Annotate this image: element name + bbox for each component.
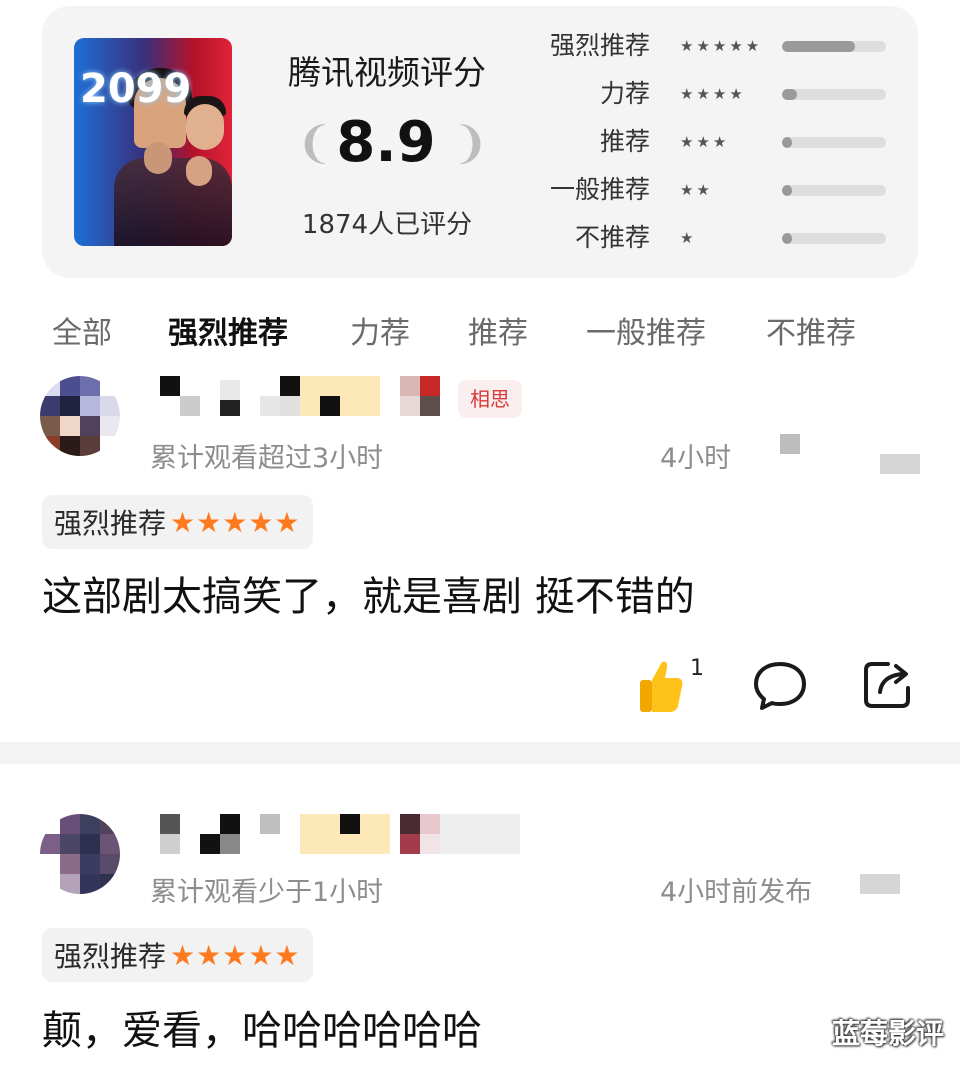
poster-crowd-face — [144, 142, 172, 174]
rating-bar — [782, 185, 886, 196]
tab-highly-recommend[interactable]: 力荐 — [350, 308, 410, 360]
rating-bar-fill — [782, 89, 797, 100]
user-tag: 相思 — [458, 380, 522, 418]
rating-level-label: 强烈推荐 — [549, 31, 650, 60]
avatar[interactable] — [40, 376, 120, 456]
rating-level-label: 推荐 — [599, 127, 650, 156]
laurel-right-icon: ❩ — [452, 118, 489, 169]
rating-distribution-row: 力荐 ★★★★ — [540, 74, 900, 114]
rating-bar-fill — [782, 137, 793, 148]
rating-bar-fill — [782, 41, 855, 52]
recommend-label: 强烈推荐 — [54, 507, 167, 540]
rating-stars-icon: ★ — [680, 229, 697, 247]
tab-fair[interactable]: 一般推荐 — [586, 308, 706, 360]
recommend-badge: 强烈推荐 ★★★★★ — [42, 495, 313, 549]
rating-distribution-row: 推荐 ★★★ — [540, 122, 900, 162]
rating-level-label: 力荐 — [599, 79, 650, 108]
more-icon[interactable] — [860, 874, 900, 894]
section-divider — [0, 742, 960, 764]
watch-time: 累计观看超过3小时 — [150, 443, 384, 474]
poster-title: 2099 — [80, 68, 191, 110]
recommend-stars-icon: ★★★★★ — [170, 938, 301, 972]
thumbs-up-icon[interactable] — [636, 658, 684, 714]
post-time: 4小时 — [660, 443, 732, 474]
rating-bar — [782, 137, 886, 148]
redacted-block — [780, 434, 800, 454]
rating-stars-icon: ★★★★★ — [680, 37, 763, 55]
rating-distribution-row: 一般推荐 ★★ — [540, 170, 900, 210]
rating-stars-icon: ★★★★ — [680, 85, 746, 103]
rating-level-label: 一般推荐 — [549, 175, 650, 204]
rating-bar-fill — [782, 185, 793, 196]
like-count: 1 — [690, 656, 704, 681]
poster-actor-figure — [186, 104, 224, 150]
tab-not-recommend[interactable]: 不推荐 — [766, 308, 856, 360]
review-text: 这部剧太搞笑了，就是喜剧 挺不错的 — [42, 574, 695, 620]
rating-bar-fill — [782, 233, 793, 244]
review-filter-tabs: 全部 强烈推荐 力荐 推荐 一般推荐 不推荐 — [0, 308, 960, 360]
tab-all[interactable]: 全部 — [52, 308, 112, 360]
recommend-stars-icon: ★★★★★ — [170, 505, 301, 539]
rating-distribution-row: 强烈推荐 ★★★★★ — [540, 26, 900, 66]
avatar[interactable] — [40, 814, 120, 894]
rating-stars-icon: ★★★ — [680, 133, 730, 151]
watch-time: 累计观看少于1小时 — [150, 877, 384, 908]
poster-crowd-figure — [114, 158, 232, 246]
recommend-badge: 强烈推荐 ★★★★★ — [42, 928, 313, 982]
rating-bar — [782, 89, 886, 100]
recommend-label: 强烈推荐 — [54, 940, 167, 973]
tab-recommend[interactable]: 推荐 — [468, 308, 528, 360]
rating-distribution-row: 不推荐 ★ — [540, 218, 900, 258]
more-icon[interactable] — [880, 454, 920, 474]
watermark: 蓝莓影评 — [831, 1017, 944, 1050]
rating-bar — [782, 41, 886, 52]
rater-count: 1874人已评分 — [301, 210, 473, 240]
post-time: 4小时前发布 — [660, 877, 813, 908]
review-text: 颠，爱看，哈哈哈哈哈哈 — [42, 1008, 482, 1054]
tab-strongly-recommend[interactable]: 强烈推荐 — [168, 308, 288, 360]
rating-title: 腾讯视频评分 — [288, 53, 486, 92]
poster-crowd-face — [186, 156, 212, 186]
rating-bar — [782, 233, 886, 244]
rating-stars-icon: ★★ — [680, 181, 713, 199]
share-icon[interactable] — [860, 656, 916, 712]
rating-level-label: 不推荐 — [574, 223, 650, 252]
drama-poster[interactable]: 2099 — [74, 38, 232, 246]
review-actions: 1 — [0, 656, 960, 726]
rating-score: 8.9 — [336, 110, 436, 175]
comment-icon[interactable] — [752, 658, 808, 714]
